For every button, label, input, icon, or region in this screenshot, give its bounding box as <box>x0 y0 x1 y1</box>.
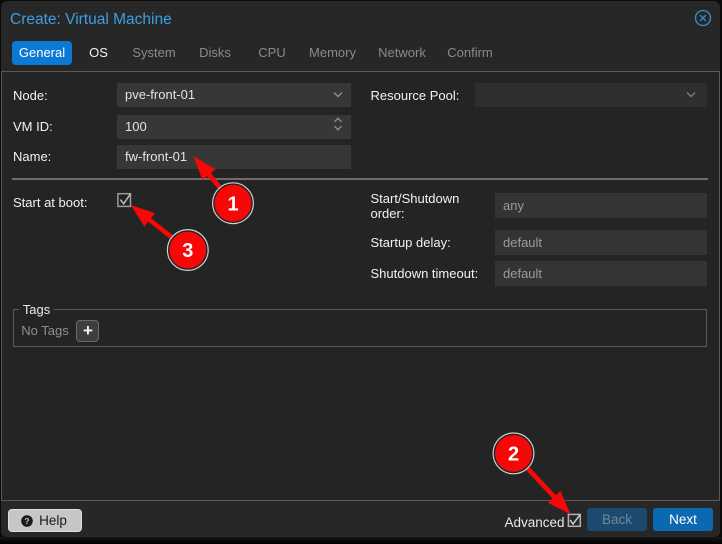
svg-text:1: 1 <box>227 193 238 215</box>
svg-text:2: 2 <box>508 444 519 466</box>
svg-text:3: 3 <box>182 240 193 262</box>
